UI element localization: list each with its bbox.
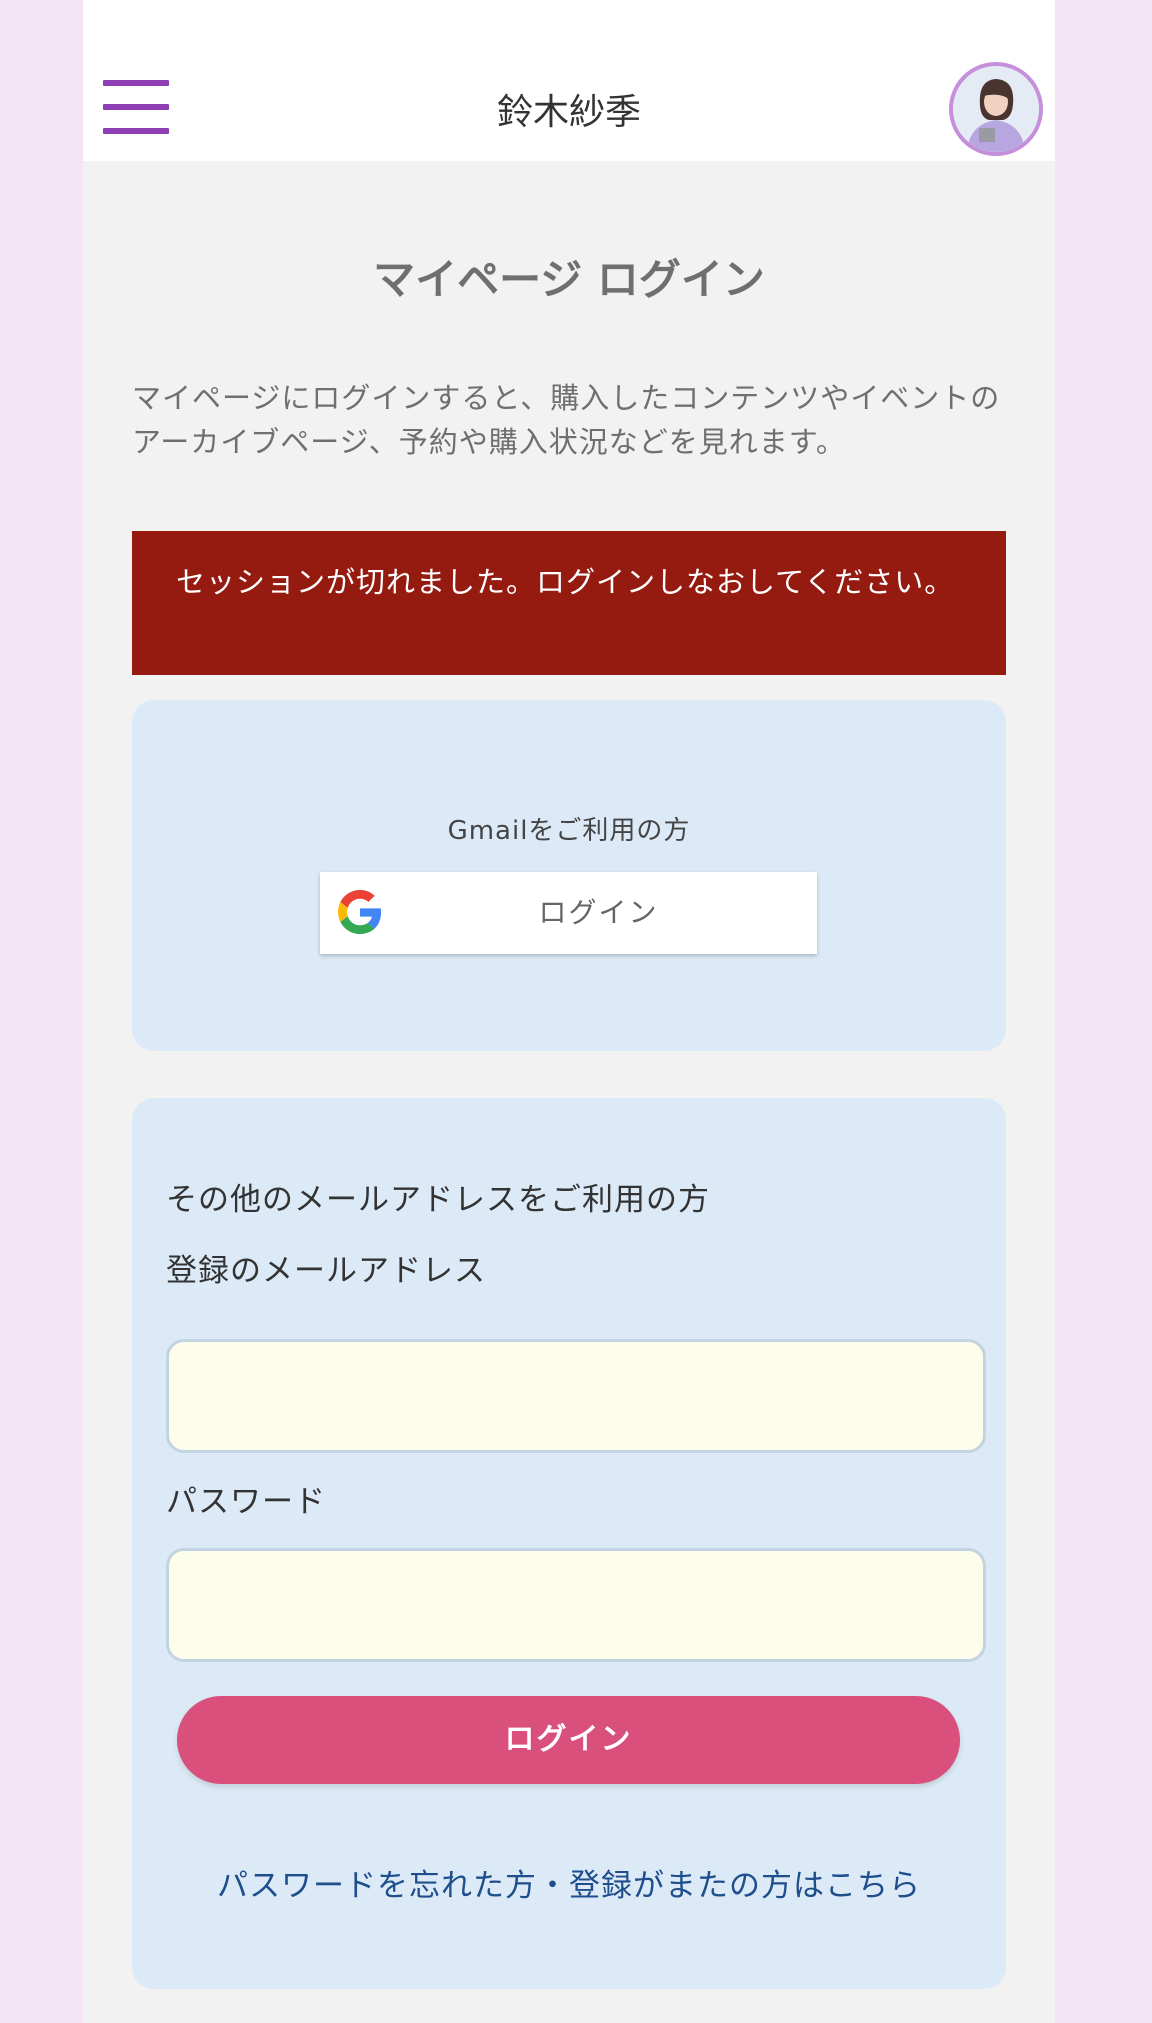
header: 鈴木紗季	[83, 0, 1055, 161]
site-title[interactable]: 鈴木紗季	[83, 88, 1055, 138]
session-expired-alert: セッションが切れました。ログインしなおしてください。	[132, 531, 1006, 675]
google-login-label: ログイン	[538, 896, 659, 929]
email-login-card: その他のメールアドレスをご利用の方 登録のメールアドレス パスワード ログイン …	[132, 1098, 1006, 1989]
avatar-image	[953, 66, 1039, 152]
password-input[interactable]	[166, 1548, 986, 1662]
page-title: マイページ ログイン	[373, 255, 765, 304]
password-label: パスワード	[166, 1484, 326, 1520]
avatar[interactable]	[949, 62, 1043, 156]
email-input[interactable]	[166, 1339, 986, 1453]
login-submit-button[interactable]: ログイン	[177, 1696, 960, 1784]
email-label: 登録のメールアドレス	[166, 1253, 486, 1289]
forgot-password-link[interactable]: パスワードを忘れた方・登録がまたの方はこちら	[132, 1864, 1006, 1908]
google-login-button[interactable]: ログイン	[320, 872, 817, 954]
gmail-login-card: Gmailをご利用の方 ログイン	[132, 700, 1006, 1051]
page: 鈴木紗季 マイページ ログイン マイページにログインすると、購入したコンテンツや…	[83, 0, 1055, 2023]
other-email-heading: その他のメールアドレスをご利用の方	[166, 1182, 710, 1218]
intro-text: マイページにログインすると、購入したコンテンツやイベントのアーカイブページ、予約…	[132, 381, 1001, 459]
gmail-label: Gmailをご利用の方	[447, 816, 691, 846]
google-logo-icon	[338, 890, 382, 934]
menu-bar-top	[103, 80, 169, 86]
